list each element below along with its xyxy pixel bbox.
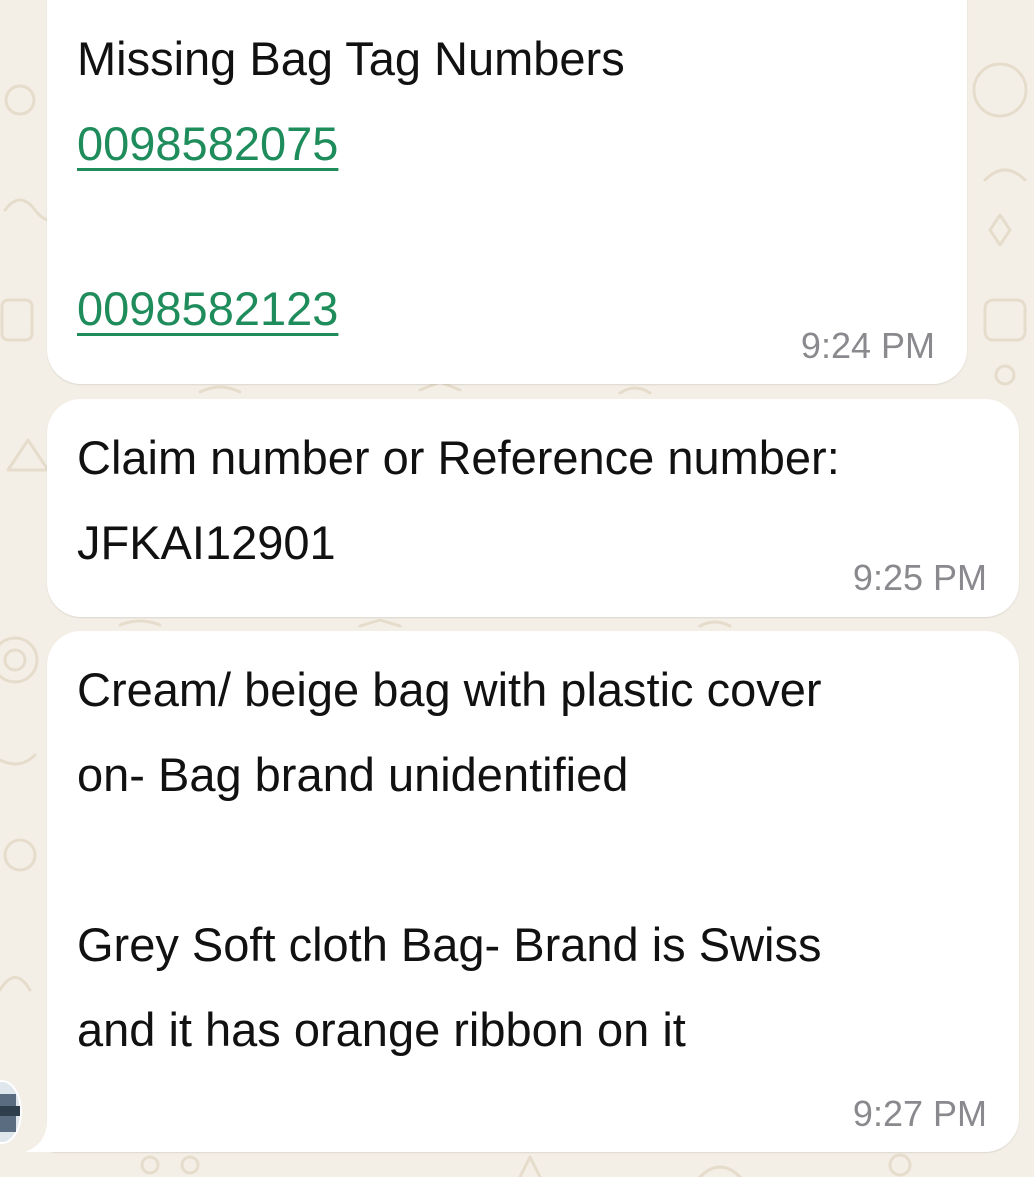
message-bubble-claim-number: Claim number or Reference number: JFKAI1… xyxy=(47,399,1019,617)
bag-tag-link[interactable]: 0098582123 xyxy=(77,266,338,351)
message-line: JFKAI12901 xyxy=(77,516,336,569)
bubble-tail xyxy=(25,1120,65,1152)
message-bubble-bag-description: Cream/ beige bag with plastic cover on- … xyxy=(47,631,1019,1152)
message-heading: Missing Bag Tag Numbers xyxy=(77,32,625,85)
message-line: Grey Soft cloth Bag- Brand is Swiss xyxy=(77,918,822,971)
message-timestamp: 9:25 PM xyxy=(852,557,987,598)
message-line: Cream/ beige bag with plastic cover xyxy=(77,663,822,716)
message-timestamp: 9:24 PM xyxy=(800,325,935,366)
message-line: on- Bag brand unidentified xyxy=(77,748,629,801)
message-timestamp: 9:27 PM xyxy=(852,1093,987,1134)
bag-tag-link[interactable]: 0098582075 xyxy=(77,101,338,186)
message-bubble-bag-tags: Missing Bag Tag Numbers 0098582075 00985… xyxy=(47,0,967,384)
message-line: Claim number or Reference number: xyxy=(77,431,840,484)
message-line: and it has orange ribbon on it xyxy=(77,1003,686,1056)
